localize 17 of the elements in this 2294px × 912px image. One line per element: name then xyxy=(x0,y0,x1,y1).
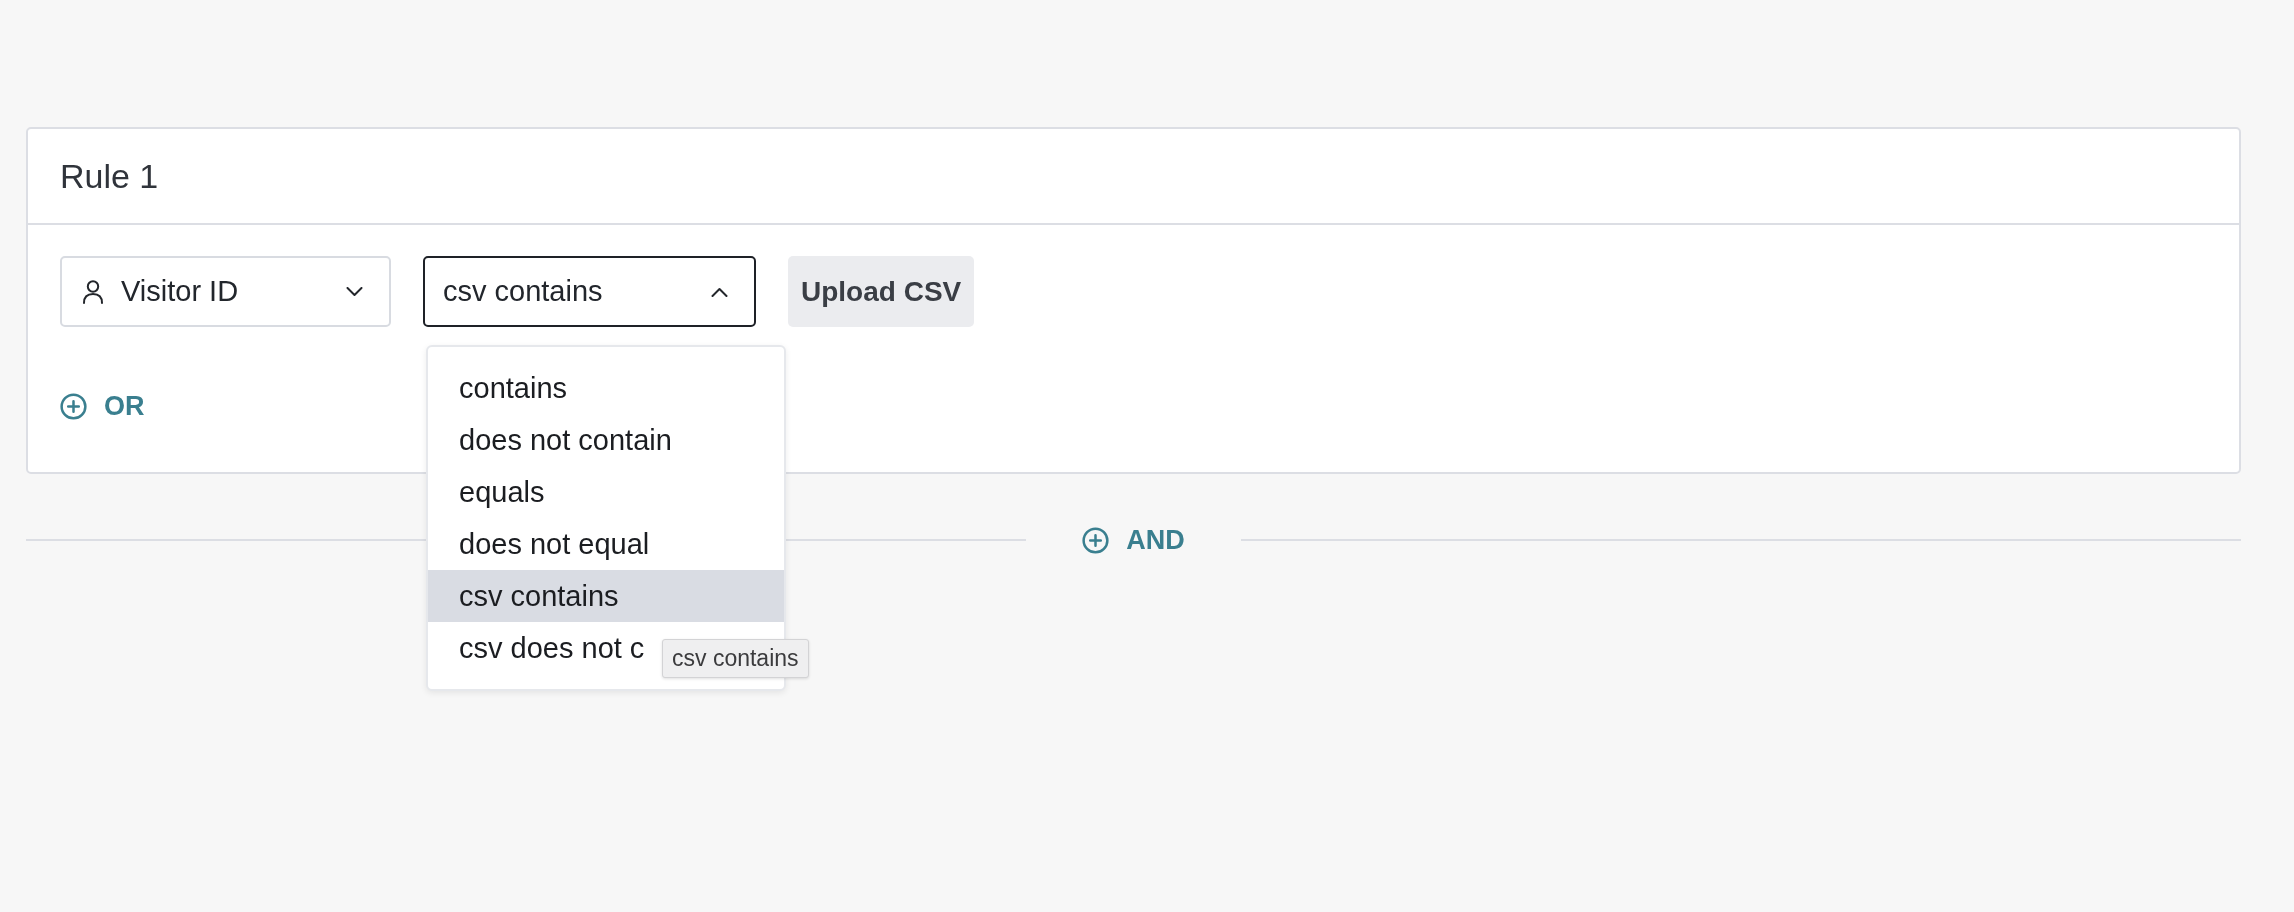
upload-csv-button[interactable]: Upload CSV xyxy=(788,256,975,327)
chevron-down-icon xyxy=(346,286,363,297)
person-icon xyxy=(82,279,104,304)
and-button[interactable]: AND xyxy=(1082,524,1185,556)
attribute-dropdown[interactable]: Visitor ID xyxy=(60,256,391,327)
or-button[interactable]: OR xyxy=(60,391,145,422)
plus-circle-icon xyxy=(1082,526,1110,554)
rule-title: Rule 1 xyxy=(60,156,159,196)
menu-option[interactable]: equals xyxy=(428,466,784,518)
menu-option[interactable]: does not equal xyxy=(428,518,784,570)
menu-option[interactable]: contains xyxy=(428,362,784,414)
menu-option[interactable]: csv contains xyxy=(428,570,784,622)
chevron-up-icon xyxy=(711,286,728,297)
menu-option[interactable]: does not contain xyxy=(428,414,784,466)
operator-dropdown[interactable]: csv contains xyxy=(423,256,756,327)
tooltip: csv contains xyxy=(662,639,809,678)
plus-circle-icon xyxy=(60,393,87,420)
